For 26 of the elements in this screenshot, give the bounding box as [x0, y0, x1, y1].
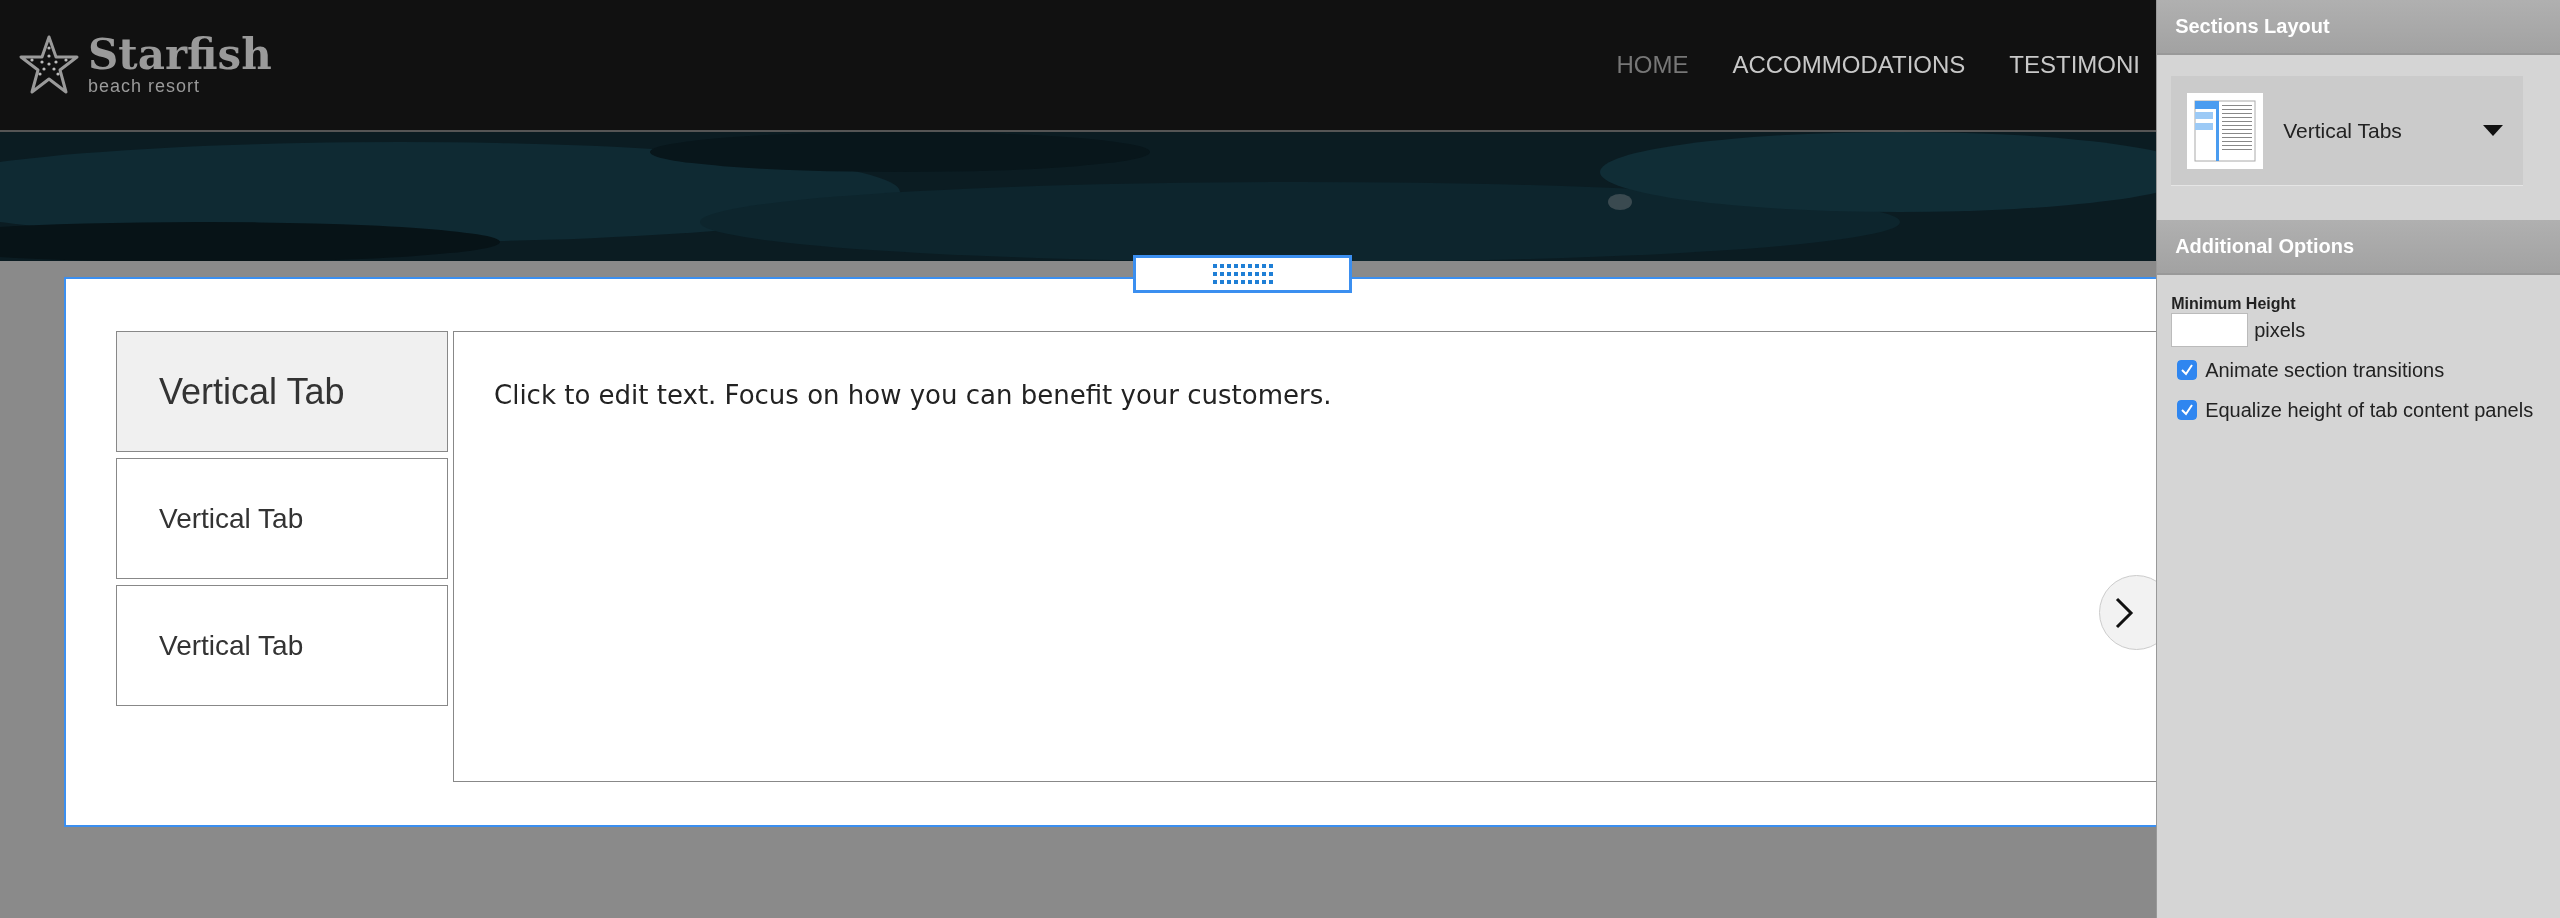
- content-text[interactable]: Click to edit text. Focus on how you can benefit your customers.: [494, 380, 2157, 410]
- dropdown-arrow-icon: [2483, 125, 2503, 136]
- input-field[interactable]: [2171, 313, 2249, 347]
- vertical-tab[interactable]: Vertical Tab: [116, 458, 448, 579]
- drag-handle[interactable]: [1133, 255, 1352, 293]
- vertical-tab[interactable]: Vertical Tab: [116, 585, 448, 706]
- checkbox[interactable]: [2177, 360, 2198, 380]
- next-button[interactable]: [2099, 575, 2157, 650]
- starfish-icon: [18, 34, 80, 96]
- panel-header: Sections Layout: [2157, 0, 2560, 55]
- chevron-right-icon: [2114, 595, 2134, 630]
- field-label: Minimum Height: [2171, 295, 2297, 313]
- logo-name: Starfish: [88, 33, 272, 76]
- layout-thumbnail-icon: [2187, 92, 2264, 169]
- panel-header: Additional Options: [2157, 220, 2560, 275]
- checkbox-label: Animate section transitions: [2205, 358, 2445, 382]
- nav-link[interactable]: HOME: [1616, 51, 1689, 79]
- grip-icon: [1212, 262, 1273, 286]
- checkbox[interactable]: [2177, 400, 2198, 420]
- logo-tagline: beach resort: [88, 75, 202, 97]
- checkbox-label: Equalize height of tab content panels: [2205, 398, 2534, 422]
- nav-link[interactable]: TESTIMONI: [2009, 51, 2140, 79]
- vertical-tab[interactable]: Vertical Tab: [116, 331, 448, 452]
- nav-link[interactable]: ACCOMMODATIONS: [1732, 51, 1966, 79]
- layout-dropdown[interactable]: Vertical Tabs: [2171, 76, 2523, 186]
- unit-label: pixels: [2254, 318, 2306, 342]
